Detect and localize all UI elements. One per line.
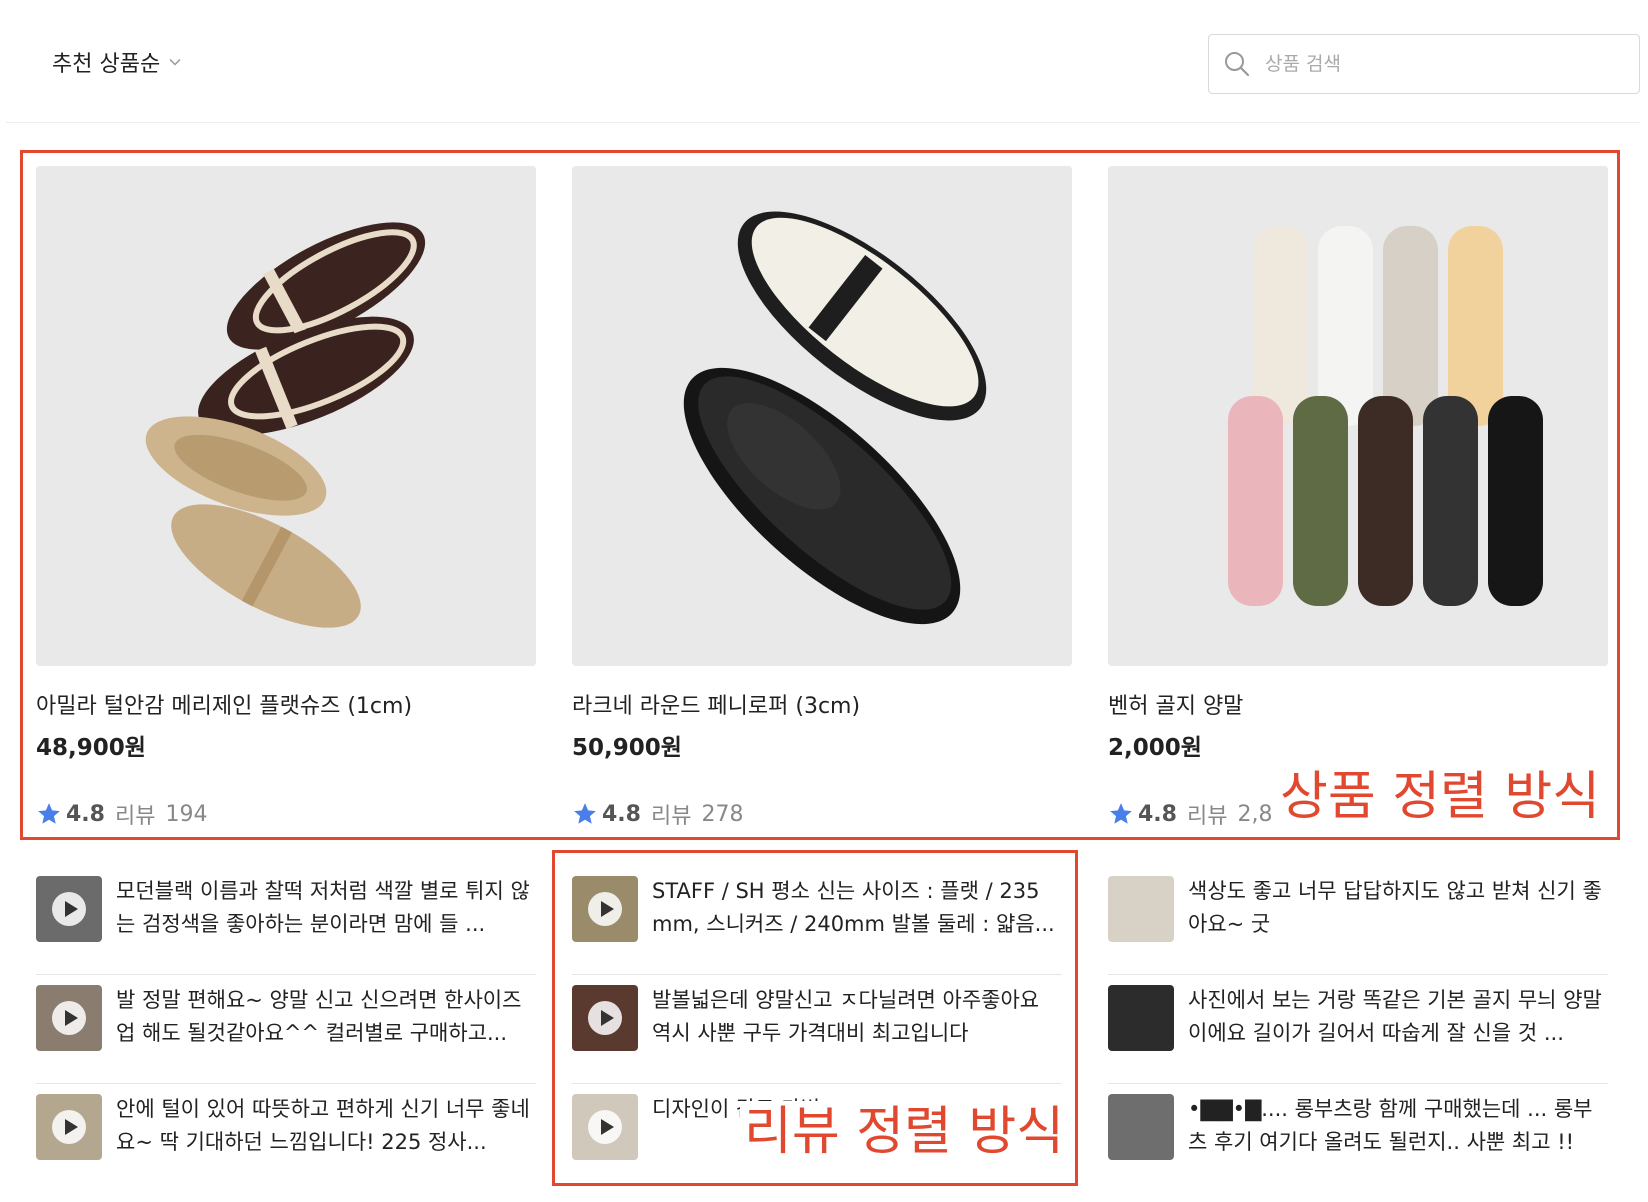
product-card[interactable]: 아밀라 털안감 메리제인 플랫슈즈 (1cm) 48,900원 4.8 리뷰 1… xyxy=(36,166,536,830)
review-thumbnail[interactable] xyxy=(36,985,102,1051)
review-item[interactable]: 사진에서 보는 거랑 똑같은 기본 골지 무늬 양말이에요 길이가 길어서 따숩… xyxy=(1108,975,1608,1084)
review-text: 안에 털이 있어 따뜻하고 편하게 신기 너무 좋네요~ 딱 기대하던 느낌입니… xyxy=(116,1097,530,1154)
review-thumbnail[interactable] xyxy=(1108,985,1174,1051)
product-price: 48,900원 xyxy=(36,735,146,761)
star-icon xyxy=(574,803,596,824)
review-count: 2,8 xyxy=(1237,801,1273,827)
review-item[interactable]: 발볼넓은데 양말신고 ㅈ다닐려면 아주좋아요 역시 사뿐 구두 가격대비 최고입… xyxy=(572,975,1062,1084)
review-thumbnail[interactable] xyxy=(572,985,638,1051)
review-item[interactable]: 모던블랙 이름과 찰떡 저처럼 색깔 별로 튀지 않는 검정색을 좋아하는 분이… xyxy=(36,866,536,975)
review-text: 모던블랙 이름과 찰떡 저처럼 색깔 별로 튀지 않는 검정색을 좋아하는 분이… xyxy=(116,879,530,936)
play-icon xyxy=(52,892,86,926)
review-item[interactable]: •▇▇•▇.... 롱부츠랑 함께 구매했는데 ... 롱부츠 후기 여기다 올… xyxy=(1108,1084,1608,1193)
search-icon xyxy=(1225,52,1250,77)
product-image[interactable] xyxy=(36,166,536,666)
sort-label: 추천 상품순 xyxy=(52,52,161,77)
search-input[interactable] xyxy=(1265,53,1625,75)
search-box[interactable] xyxy=(1208,34,1640,94)
header-divider xyxy=(6,122,1640,123)
chevron-down-icon xyxy=(169,58,181,66)
review-count: 278 xyxy=(701,801,744,827)
review-item[interactable]: STAFF / SH 평소 신는 사이즈 : 플랫 / 235 mm, 스니커즈… xyxy=(572,866,1062,975)
review-text: 발 정말 편해요~ 양말 신고 신으려면 한사이즈 업 해도 될것같아요^^ 컬… xyxy=(116,988,522,1045)
play-icon xyxy=(588,1001,622,1035)
review-label: 리뷰 xyxy=(1186,804,1228,829)
play-icon xyxy=(588,1110,622,1144)
product-card[interactable]: 라크네 라운드 페니로퍼 (3cm) 50,900원 4.8 리뷰 278 xyxy=(572,166,1072,830)
rating-score: 4.8 xyxy=(66,801,105,827)
review-item[interactable]: 발 정말 편해요~ 양말 신고 신으려면 한사이즈 업 해도 될것같아요^^ 컬… xyxy=(36,975,536,1084)
product-name[interactable]: 벤허 골지 양말 xyxy=(1108,688,1608,719)
review-text: 발볼넓은데 양말신고 ㅈ다닐려면 아주좋아요 역시 사뿐 구두 가격대비 최고입… xyxy=(652,988,1040,1045)
product-name[interactable]: 라크네 라운드 페니로퍼 (3cm) xyxy=(572,688,1072,719)
product-rating: 4.8 리뷰 194 xyxy=(36,798,536,830)
review-thumbnail[interactable] xyxy=(572,1094,638,1160)
product-sort-annotation: 상품 정렬 방식 xyxy=(1276,766,1605,828)
product-price: 2,000원 xyxy=(1108,735,1202,761)
product-rating: 4.8 리뷰 278 xyxy=(572,798,1072,830)
star-icon xyxy=(1110,803,1132,824)
review-item[interactable]: 색상도 좋고 너무 답답하지도 않고 받쳐 신기 좋아요~ 굿 xyxy=(1108,866,1608,975)
product-name[interactable]: 아밀라 털안감 메리제인 플랫슈즈 (1cm) xyxy=(36,688,536,719)
review-thumbnail[interactable] xyxy=(572,876,638,942)
review-list: 모던블랙 이름과 찰떡 저처럼 색깔 별로 튀지 않는 검정색을 좋아하는 분이… xyxy=(36,866,536,1193)
review-text: •▇▇•▇.... 롱부츠랑 함께 구매했는데 ... 롱부츠 후기 여기다 올… xyxy=(1188,1097,1593,1154)
rating-score: 4.8 xyxy=(602,801,641,827)
review-count: 194 xyxy=(165,801,208,827)
sort-dropdown[interactable]: 추천 상품순 xyxy=(52,46,182,78)
review-list: 색상도 좋고 너무 답답하지도 않고 받쳐 신기 좋아요~ 굿 사진에서 보는 … xyxy=(1108,866,1608,1193)
product-card[interactable]: 벤허 골지 양말 2,000원 4.8 리뷰 2,8 xyxy=(1108,166,1608,830)
review-thumbnail[interactable] xyxy=(36,1094,102,1160)
review-text: 색상도 좋고 너무 답답하지도 않고 받쳐 신기 좋아요~ 굿 xyxy=(1188,879,1602,936)
review-text: STAFF / SH 평소 신는 사이즈 : 플랫 / 235 mm, 스니커즈… xyxy=(652,879,1055,936)
page: 추천 상품순 상품 검색 아밀라 털안감 메리제인 플랫슈즈 (1cm) 48,… xyxy=(0,0,1648,1202)
review-item[interactable]: 안에 털이 있어 따뜻하고 편하게 신기 너무 좋네요~ 딱 기대하던 느낌입니… xyxy=(36,1084,536,1193)
review-thumbnail[interactable] xyxy=(1108,876,1174,942)
review-text: 사진에서 보는 거랑 똑같은 기본 골지 무늬 양말이에요 길이가 길어서 따숩… xyxy=(1188,988,1602,1045)
product-price: 50,900원 xyxy=(572,735,682,761)
play-icon xyxy=(588,892,622,926)
product-image[interactable] xyxy=(1108,166,1608,666)
star-icon xyxy=(38,803,60,824)
rating-score: 4.8 xyxy=(1138,801,1177,827)
review-label: 리뷰 xyxy=(114,804,156,829)
play-icon xyxy=(52,1110,86,1144)
product-image[interactable] xyxy=(572,166,1072,666)
review-label: 리뷰 xyxy=(650,804,692,829)
review-thumbnail[interactable] xyxy=(1108,1094,1174,1160)
review-sort-annotation: 리뷰 정렬 방식 xyxy=(740,1101,1069,1163)
play-icon xyxy=(52,1001,86,1035)
review-thumbnail[interactable] xyxy=(36,876,102,942)
